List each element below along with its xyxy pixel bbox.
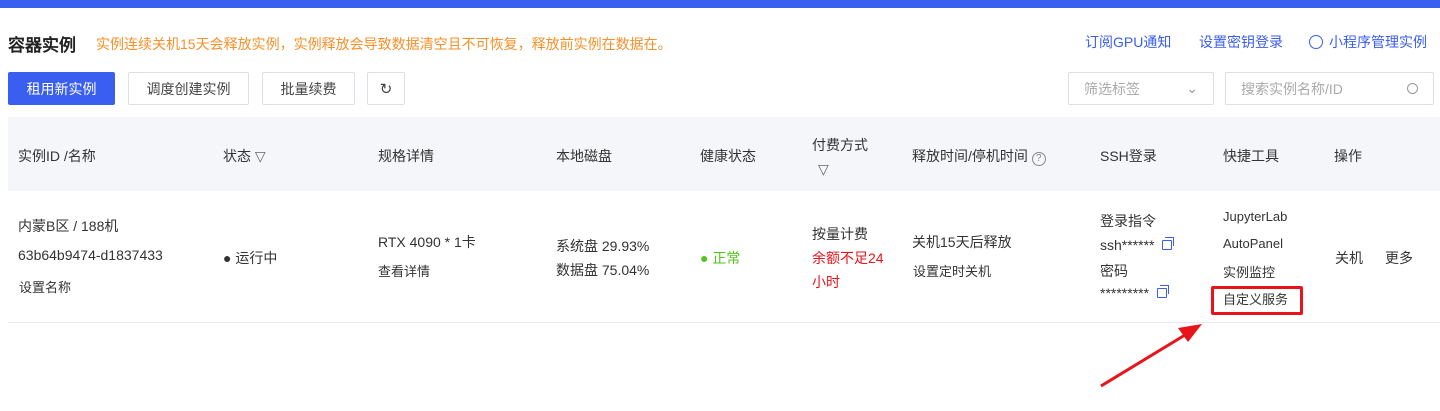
annotation-arrow-icon — [1100, 324, 1202, 388]
